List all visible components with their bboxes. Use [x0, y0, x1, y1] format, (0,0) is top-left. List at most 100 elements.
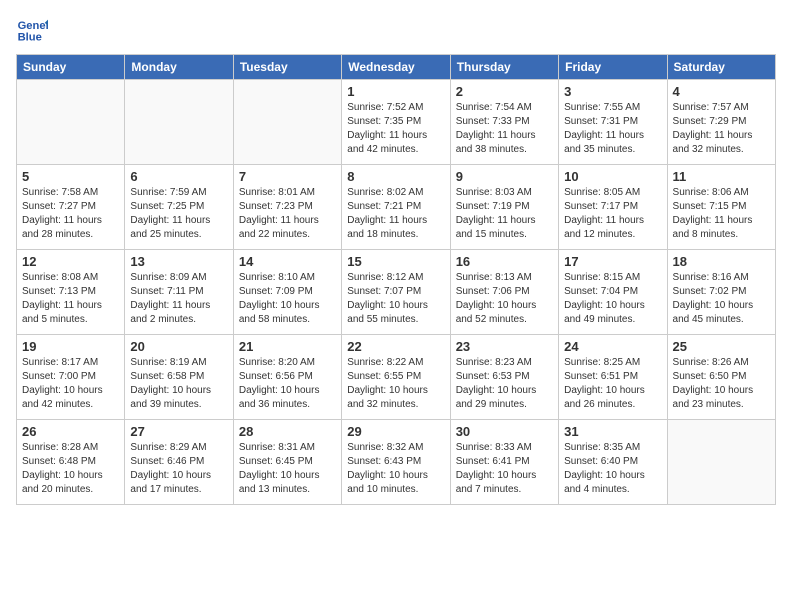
- week-row-1: 1Sunrise: 7:52 AM Sunset: 7:35 PM Daylig…: [17, 80, 776, 165]
- day-info: Sunrise: 8:16 AM Sunset: 7:02 PM Dayligh…: [673, 271, 770, 327]
- day-info: Sunrise: 8:03 AM Sunset: 7:19 PM Dayligh…: [456, 186, 553, 242]
- day-info: Sunrise: 8:09 AM Sunset: 7:11 PM Dayligh…: [130, 271, 227, 327]
- day-number: 14: [239, 254, 336, 269]
- day-info: Sunrise: 8:26 AM Sunset: 6:50 PM Dayligh…: [673, 356, 770, 412]
- day-number: 26: [22, 424, 119, 439]
- calendar-cell: 18 Sunrise: 8:16 AM Sunset: 7:02 PM Dayli…: [667, 250, 775, 335]
- day-info: Sunrise: 8:31 AM Sunset: 6:45 PM Dayligh…: [239, 441, 336, 497]
- day-number: 20: [130, 339, 227, 354]
- calendar-cell: 14 Sunrise: 8:10 AM Sunset: 7:09 PM Dayli…: [233, 250, 341, 335]
- calendar-cell: 2Sunrise: 7:54 AM Sunset: 7:33 PM Daylig…: [450, 80, 558, 165]
- day-info: Sunrise: 8:02 AM Sunset: 7:21 PM Dayligh…: [347, 186, 444, 242]
- day-info: Sunrise: 7:59 AM Sunset: 7:25 PM Dayligh…: [130, 186, 227, 242]
- day-number: 15: [347, 254, 444, 269]
- weekday-monday: Monday: [125, 55, 233, 80]
- calendar-cell: 20 Sunrise: 8:19 AM Sunset: 6:58 PM Dayli…: [125, 335, 233, 420]
- calendar-cell: [17, 80, 125, 165]
- day-number: 28: [239, 424, 336, 439]
- day-info: Sunrise: 8:19 AM Sunset: 6:58 PM Dayligh…: [130, 356, 227, 412]
- day-info: Sunrise: 8:20 AM Sunset: 6:56 PM Dayligh…: [239, 356, 336, 412]
- day-number: 11: [673, 169, 770, 184]
- calendar-cell: 11 Sunrise: 8:06 AM Sunset: 7:15 PM Dayli…: [667, 165, 775, 250]
- day-number: 24: [564, 339, 661, 354]
- week-row-3: 12 Sunrise: 8:08 AM Sunset: 7:13 PM Dayli…: [17, 250, 776, 335]
- week-row-4: 19Sunrise: 8:17 AM Sunset: 7:00 PM Dayli…: [17, 335, 776, 420]
- calendar-cell: 4 Sunrise: 7:57 AM Sunset: 7:29 PM Daylig…: [667, 80, 775, 165]
- day-info: Sunrise: 8:33 AM Sunset: 6:41 PM Dayligh…: [456, 441, 553, 497]
- calendar-cell: [233, 80, 341, 165]
- calendar-cell: 17 Sunrise: 8:15 AM Sunset: 7:04 PM Dayli…: [559, 250, 667, 335]
- calendar-cell: 29Sunrise: 8:32 AM Sunset: 6:43 PM Dayli…: [342, 420, 450, 505]
- calendar-cell: 1Sunrise: 7:52 AM Sunset: 7:35 PM Daylig…: [342, 80, 450, 165]
- calendar-cell: 9 Sunrise: 8:03 AM Sunset: 7:19 PM Daylig…: [450, 165, 558, 250]
- day-number: 30: [456, 424, 553, 439]
- day-number: 8: [347, 169, 444, 184]
- day-info: Sunrise: 7:54 AM Sunset: 7:33 PM Dayligh…: [456, 101, 553, 157]
- calendar-cell: 27 Sunrise: 8:29 AM Sunset: 6:46 PM Dayli…: [125, 420, 233, 505]
- calendar-cell: 19Sunrise: 8:17 AM Sunset: 7:00 PM Dayli…: [17, 335, 125, 420]
- day-info: Sunrise: 8:01 AM Sunset: 7:23 PM Dayligh…: [239, 186, 336, 242]
- day-info: Sunrise: 7:55 AM Sunset: 7:31 PM Dayligh…: [564, 101, 661, 157]
- day-number: 25: [673, 339, 770, 354]
- calendar-cell: 23Sunrise: 8:23 AM Sunset: 6:53 PM Dayli…: [450, 335, 558, 420]
- calendar-cell: 8 Sunrise: 8:02 AM Sunset: 7:21 PM Daylig…: [342, 165, 450, 250]
- day-info: Sunrise: 8:10 AM Sunset: 7:09 PM Dayligh…: [239, 271, 336, 327]
- calendar-header: SundayMondayTuesdayWednesdayThursdayFrid…: [17, 55, 776, 80]
- weekday-friday: Friday: [559, 55, 667, 80]
- day-info: Sunrise: 7:52 AM Sunset: 7:35 PM Dayligh…: [347, 101, 444, 157]
- svg-text:Blue: Blue: [18, 31, 42, 43]
- calendar-cell: 22 Sunrise: 8:22 AM Sunset: 6:55 PM Dayli…: [342, 335, 450, 420]
- day-info: Sunrise: 8:06 AM Sunset: 7:15 PM Dayligh…: [673, 186, 770, 242]
- day-info: Sunrise: 8:28 AM Sunset: 6:48 PM Dayligh…: [22, 441, 119, 497]
- day-number: 16: [456, 254, 553, 269]
- day-info: Sunrise: 8:22 AM Sunset: 6:55 PM Dayligh…: [347, 356, 444, 412]
- day-number: 12: [22, 254, 119, 269]
- day-info: Sunrise: 8:08 AM Sunset: 7:13 PM Dayligh…: [22, 271, 119, 327]
- day-number: 10: [564, 169, 661, 184]
- calendar-cell: 13 Sunrise: 8:09 AM Sunset: 7:11 PM Dayli…: [125, 250, 233, 335]
- calendar-cell: 25 Sunrise: 8:26 AM Sunset: 6:50 PM Dayli…: [667, 335, 775, 420]
- day-info: Sunrise: 8:13 AM Sunset: 7:06 PM Dayligh…: [456, 271, 553, 327]
- weekday-header-row: SundayMondayTuesdayWednesdayThursdayFrid…: [17, 55, 776, 80]
- calendar-cell: 10 Sunrise: 8:05 AM Sunset: 7:17 PM Dayli…: [559, 165, 667, 250]
- day-info: Sunrise: 8:29 AM Sunset: 6:46 PM Dayligh…: [130, 441, 227, 497]
- calendar-cell: 5 Sunrise: 7:58 AM Sunset: 7:27 PM Daylig…: [17, 165, 125, 250]
- day-number: 21: [239, 339, 336, 354]
- week-row-5: 26 Sunrise: 8:28 AM Sunset: 6:48 PM Dayli…: [17, 420, 776, 505]
- calendar-cell: 21 Sunrise: 8:20 AM Sunset: 6:56 PM Dayli…: [233, 335, 341, 420]
- day-number: 3: [564, 84, 661, 99]
- day-number: 9: [456, 169, 553, 184]
- day-number: 5: [22, 169, 119, 184]
- day-number: 22: [347, 339, 444, 354]
- weekday-tuesday: Tuesday: [233, 55, 341, 80]
- logo-icon: General Blue: [16, 16, 48, 44]
- calendar-cell: [667, 420, 775, 505]
- day-info: Sunrise: 7:57 AM Sunset: 7:29 PM Dayligh…: [673, 101, 770, 157]
- day-number: 29: [347, 424, 444, 439]
- calendar-cell: 30 Sunrise: 8:33 AM Sunset: 6:41 PM Dayli…: [450, 420, 558, 505]
- calendar-cell: 26 Sunrise: 8:28 AM Sunset: 6:48 PM Dayli…: [17, 420, 125, 505]
- day-info: Sunrise: 8:25 AM Sunset: 6:51 PM Dayligh…: [564, 356, 661, 412]
- weekday-sunday: Sunday: [17, 55, 125, 80]
- day-number: 4: [673, 84, 770, 99]
- day-number: 17: [564, 254, 661, 269]
- day-info: Sunrise: 8:15 AM Sunset: 7:04 PM Dayligh…: [564, 271, 661, 327]
- svg-text:General: General: [18, 20, 48, 32]
- calendar-cell: 16 Sunrise: 8:13 AM Sunset: 7:06 PM Dayli…: [450, 250, 558, 335]
- calendar-cell: 31 Sunrise: 8:35 AM Sunset: 6:40 PM Dayli…: [559, 420, 667, 505]
- day-info: Sunrise: 7:58 AM Sunset: 7:27 PM Dayligh…: [22, 186, 119, 242]
- calendar-cell: 6Sunrise: 7:59 AM Sunset: 7:25 PM Daylig…: [125, 165, 233, 250]
- day-number: 23: [456, 339, 553, 354]
- day-number: 31: [564, 424, 661, 439]
- day-info: Sunrise: 8:05 AM Sunset: 7:17 PM Dayligh…: [564, 186, 661, 242]
- calendar-cell: 12 Sunrise: 8:08 AM Sunset: 7:13 PM Dayli…: [17, 250, 125, 335]
- calendar-cell: [125, 80, 233, 165]
- day-number: 19: [22, 339, 119, 354]
- calendar-cell: 24 Sunrise: 8:25 AM Sunset: 6:51 PM Dayli…: [559, 335, 667, 420]
- weekday-thursday: Thursday: [450, 55, 558, 80]
- calendar-cell: 15Sunrise: 8:12 AM Sunset: 7:07 PM Dayli…: [342, 250, 450, 335]
- day-info: Sunrise: 8:35 AM Sunset: 6:40 PM Dayligh…: [564, 441, 661, 497]
- day-number: 18: [673, 254, 770, 269]
- day-number: 27: [130, 424, 227, 439]
- day-number: 13: [130, 254, 227, 269]
